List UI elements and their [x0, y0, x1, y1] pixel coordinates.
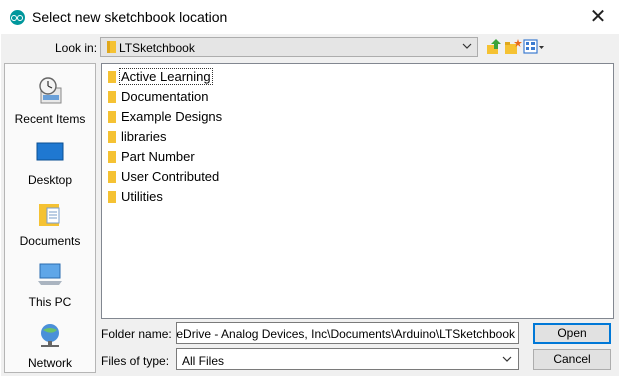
window-title: Select new sketchbook location	[32, 9, 228, 25]
folder-name: libraries	[121, 129, 167, 144]
folder-icon	[108, 91, 116, 103]
arduino-icon	[10, 10, 25, 25]
folder-icon	[108, 111, 116, 123]
folder-icon	[108, 151, 116, 163]
close-button[interactable]: ✕	[576, 0, 620, 32]
folder-icon	[108, 171, 116, 183]
dialog-body: Look in: LTSketchbook Recent Items Deskt…	[1, 34, 619, 376]
place-label: Recent Items	[14, 112, 86, 126]
place-recent-items[interactable]: Recent Items	[5, 76, 95, 126]
place-this-pc[interactable]: This PC	[5, 259, 95, 309]
place-label: This PC	[28, 295, 72, 309]
place-documents[interactable]: Documents	[5, 198, 95, 248]
create-new-folder-icon[interactable]	[504, 38, 522, 56]
folder-name-label: Folder name:	[101, 327, 172, 341]
folder-icon	[108, 191, 116, 203]
files-of-type-select[interactable]: All Files	[176, 348, 519, 370]
places-bar: Recent Items Desktop Documents This PC N…	[4, 63, 96, 373]
file-list[interactable]: Active Learning Documentation Example De…	[101, 63, 614, 319]
cancel-button[interactable]: Cancel	[533, 349, 611, 370]
open-button[interactable]: Open	[533, 323, 611, 344]
files-of-type-label: Files of type:	[101, 354, 170, 368]
look-in-combo[interactable]: LTSketchbook	[100, 37, 478, 57]
documents-icon	[39, 204, 60, 226]
folder-name-value: :\OneDrive - Analog Devices, Inc\Documen…	[176, 327, 515, 341]
folder-name: Documentation	[121, 89, 209, 104]
folder-name: Example Designs	[121, 109, 223, 124]
desktop-icon	[36, 142, 64, 161]
place-desktop[interactable]: Desktop	[5, 137, 95, 187]
folder-name-input[interactable]: :\OneDrive - Analog Devices, Inc\Documen…	[176, 322, 519, 344]
place-label: Network	[27, 356, 72, 370]
this-pc-icon	[38, 263, 62, 285]
files-of-type-value: All Files	[182, 354, 225, 368]
place-label: Desktop	[27, 173, 73, 187]
folder-name: Active Learning	[119, 68, 213, 85]
folder-name: Utilities	[121, 189, 163, 204]
recent-items-icon	[39, 77, 62, 104]
chevron-down-icon[interactable]	[462, 41, 472, 51]
up-one-level-icon[interactable]	[485, 38, 503, 56]
place-network[interactable]: Network	[5, 320, 95, 370]
look-in-label: Look in:	[55, 41, 98, 55]
folder-icon	[107, 41, 116, 53]
folder-name: User Contributed	[121, 169, 220, 184]
network-icon	[41, 324, 59, 347]
folder-icon	[108, 131, 116, 143]
place-label: Documents	[19, 234, 81, 248]
folder-icon	[108, 71, 116, 83]
title-bar: Select new sketchbook location ✕	[0, 0, 620, 34]
chevron-down-icon[interactable]	[502, 354, 512, 364]
folder-name: Part Number	[121, 149, 195, 164]
view-menu-icon[interactable]	[523, 38, 545, 56]
look-in-value: LTSketchbook	[119, 41, 195, 55]
